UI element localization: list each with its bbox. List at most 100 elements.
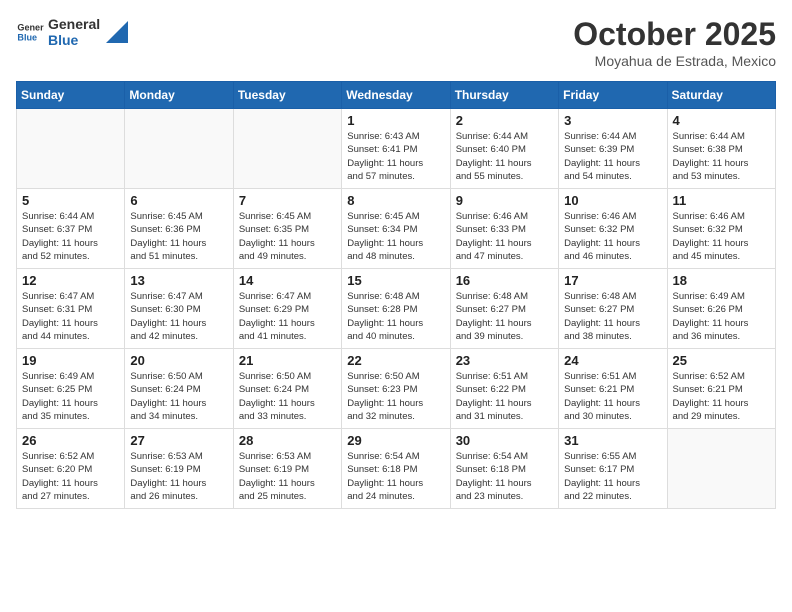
day-info: Sunrise: 6:45 AM Sunset: 6:36 PM Dayligh… [130, 210, 227, 263]
calendar-cell: 6 Sunrise: 6:45 AM Sunset: 6:36 PM Daylig… [125, 189, 233, 269]
day-info: Sunrise: 6:44 AM Sunset: 6:38 PM Dayligh… [673, 130, 770, 183]
day-number: 16 [456, 273, 553, 288]
calendar-cell: 20Sunrise: 6:50 AM Sunset: 6:24 PM Dayli… [125, 349, 233, 429]
day-info: Sunrise: 6:52 AM Sunset: 6:20 PM Dayligh… [22, 450, 119, 503]
weekday-header-sunday: Sunday [17, 82, 125, 109]
day-info: Sunrise: 6:53 AM Sunset: 6:19 PM Dayligh… [130, 450, 227, 503]
day-info: Sunrise: 6:44 AM Sunset: 6:39 PM Dayligh… [564, 130, 661, 183]
day-info: Sunrise: 6:44 AM Sunset: 6:40 PM Dayligh… [456, 130, 553, 183]
day-number: 13 [130, 273, 227, 288]
day-info: Sunrise: 6:51 AM Sunset: 6:21 PM Dayligh… [564, 370, 661, 423]
calendar-cell: 30 Sunrise: 6:54 AM Sunset: 6:18 PM Dayli… [450, 429, 558, 509]
day-number: 9 [456, 193, 553, 208]
header-row: SundayMondayTuesdayWednesdayThursdayFrid… [17, 82, 776, 109]
day-number: 4 [673, 113, 770, 128]
day-number: 12 [22, 273, 119, 288]
day-number: 7 [239, 193, 336, 208]
calendar-cell: 13 Sunrise: 6:47 AM Sunset: 6:30 PM Dayli… [125, 269, 233, 349]
day-info: Sunrise: 6:47 AM Sunset: 6:30 PM Dayligh… [130, 290, 227, 343]
day-number: 22 [347, 353, 444, 368]
day-number: 8 [347, 193, 444, 208]
day-info: Sunrise: 6:52 AM Sunset: 6:21 PM Dayligh… [673, 370, 770, 423]
day-number: 3 [564, 113, 661, 128]
calendar-cell: 28 Sunrise: 6:53 AM Sunset: 6:19 PM Dayli… [233, 429, 341, 509]
day-info: Sunrise: 6:45 AM Sunset: 6:34 PM Dayligh… [347, 210, 444, 263]
day-number: 1 [347, 113, 444, 128]
day-info: Sunrise: 6:45 AM Sunset: 6:35 PM Dayligh… [239, 210, 336, 263]
day-number: 28 [239, 433, 336, 448]
calendar-cell: 22 Sunrise: 6:50 AM Sunset: 6:23 PM Dayli… [342, 349, 450, 429]
svg-text:Blue: Blue [17, 32, 37, 42]
calendar-cell: 25 Sunrise: 6:52 AM Sunset: 6:21 PM Dayli… [667, 349, 775, 429]
day-info: Sunrise: 6:43 AM Sunset: 6:41 PM Dayligh… [347, 130, 444, 183]
weekday-header-monday: Monday [125, 82, 233, 109]
month-title: October 2025 [573, 16, 776, 53]
calendar-cell: 4 Sunrise: 6:44 AM Sunset: 6:38 PM Daylig… [667, 109, 775, 189]
weekday-header-tuesday: Tuesday [233, 82, 341, 109]
day-info: Sunrise: 6:47 AM Sunset: 6:29 PM Dayligh… [239, 290, 336, 343]
calendar-cell: 8 Sunrise: 6:45 AM Sunset: 6:34 PM Daylig… [342, 189, 450, 269]
day-info: Sunrise: 6:48 AM Sunset: 6:27 PM Dayligh… [564, 290, 661, 343]
week-row-5: 26 Sunrise: 6:52 AM Sunset: 6:20 PM Dayli… [17, 429, 776, 509]
day-info: Sunrise: 6:50 AM Sunset: 6:24 PM Dayligh… [239, 370, 336, 423]
calendar-cell: 14 Sunrise: 6:47 AM Sunset: 6:29 PM Dayli… [233, 269, 341, 349]
day-info: Sunrise: 6:46 AM Sunset: 6:32 PM Dayligh… [673, 210, 770, 263]
day-info: Sunrise: 6:54 AM Sunset: 6:18 PM Dayligh… [347, 450, 444, 503]
day-number: 20 [130, 353, 227, 368]
day-info: Sunrise: 6:53 AM Sunset: 6:19 PM Dayligh… [239, 450, 336, 503]
week-row-1: 1 Sunrise: 6:43 AM Sunset: 6:41 PM Daylig… [17, 109, 776, 189]
calendar-cell: 5 Sunrise: 6:44 AM Sunset: 6:37 PM Daylig… [17, 189, 125, 269]
day-number: 26 [22, 433, 119, 448]
day-info: Sunrise: 6:44 AM Sunset: 6:37 PM Dayligh… [22, 210, 119, 263]
calendar-cell [125, 109, 233, 189]
day-number: 15 [347, 273, 444, 288]
day-number: 30 [456, 433, 553, 448]
logo-icon: General Blue [16, 18, 44, 46]
day-number: 6 [130, 193, 227, 208]
day-number: 19 [22, 353, 119, 368]
day-number: 14 [239, 273, 336, 288]
day-info: Sunrise: 6:54 AM Sunset: 6:18 PM Dayligh… [456, 450, 553, 503]
logo-line2: Blue [48, 32, 100, 48]
day-number: 5 [22, 193, 119, 208]
day-number: 31 [564, 433, 661, 448]
day-number: 10 [564, 193, 661, 208]
day-info: Sunrise: 6:55 AM Sunset: 6:17 PM Dayligh… [564, 450, 661, 503]
day-info: Sunrise: 6:50 AM Sunset: 6:23 PM Dayligh… [347, 370, 444, 423]
logo: General Blue General Blue [16, 16, 128, 48]
calendar-cell: 21 Sunrise: 6:50 AM Sunset: 6:24 PM Dayli… [233, 349, 341, 429]
calendar-cell: 12Sunrise: 6:47 AM Sunset: 6:31 PM Dayli… [17, 269, 125, 349]
calendar-cell [667, 429, 775, 509]
calendar-cell: 19Sunrise: 6:49 AM Sunset: 6:25 PM Dayli… [17, 349, 125, 429]
calendar-cell: 9Sunrise: 6:46 AM Sunset: 6:33 PM Daylig… [450, 189, 558, 269]
week-row-2: 5 Sunrise: 6:44 AM Sunset: 6:37 PM Daylig… [17, 189, 776, 269]
day-info: Sunrise: 6:46 AM Sunset: 6:32 PM Dayligh… [564, 210, 661, 263]
day-number: 23 [456, 353, 553, 368]
calendar-table: SundayMondayTuesdayWednesdayThursdayFrid… [16, 81, 776, 509]
day-info: Sunrise: 6:49 AM Sunset: 6:26 PM Dayligh… [673, 290, 770, 343]
calendar-cell: 31 Sunrise: 6:55 AM Sunset: 6:17 PM Dayli… [559, 429, 667, 509]
logo-triangle-icon [106, 21, 128, 43]
calendar-cell: 18 Sunrise: 6:49 AM Sunset: 6:26 PM Dayli… [667, 269, 775, 349]
logo-line1: General [48, 16, 100, 32]
calendar-cell: 27 Sunrise: 6:53 AM Sunset: 6:19 PM Dayli… [125, 429, 233, 509]
svg-text:General: General [17, 23, 44, 33]
weekday-header-thursday: Thursday [450, 82, 558, 109]
calendar-cell: 24 Sunrise: 6:51 AM Sunset: 6:21 PM Dayli… [559, 349, 667, 429]
calendar-cell [233, 109, 341, 189]
calendar-cell: 7 Sunrise: 6:45 AM Sunset: 6:35 PM Daylig… [233, 189, 341, 269]
calendar-cell: 1 Sunrise: 6:43 AM Sunset: 6:41 PM Daylig… [342, 109, 450, 189]
day-number: 18 [673, 273, 770, 288]
day-number: 27 [130, 433, 227, 448]
day-number: 2 [456, 113, 553, 128]
day-number: 11 [673, 193, 770, 208]
day-info: Sunrise: 6:51 AM Sunset: 6:22 PM Dayligh… [456, 370, 553, 423]
day-number: 25 [673, 353, 770, 368]
calendar-cell [17, 109, 125, 189]
week-row-4: 19Sunrise: 6:49 AM Sunset: 6:25 PM Dayli… [17, 349, 776, 429]
header: General Blue General Blue October 2025 M… [16, 16, 776, 69]
day-number: 24 [564, 353, 661, 368]
calendar-cell: 16Sunrise: 6:48 AM Sunset: 6:27 PM Dayli… [450, 269, 558, 349]
day-number: 21 [239, 353, 336, 368]
calendar-cell: 26 Sunrise: 6:52 AM Sunset: 6:20 PM Dayli… [17, 429, 125, 509]
